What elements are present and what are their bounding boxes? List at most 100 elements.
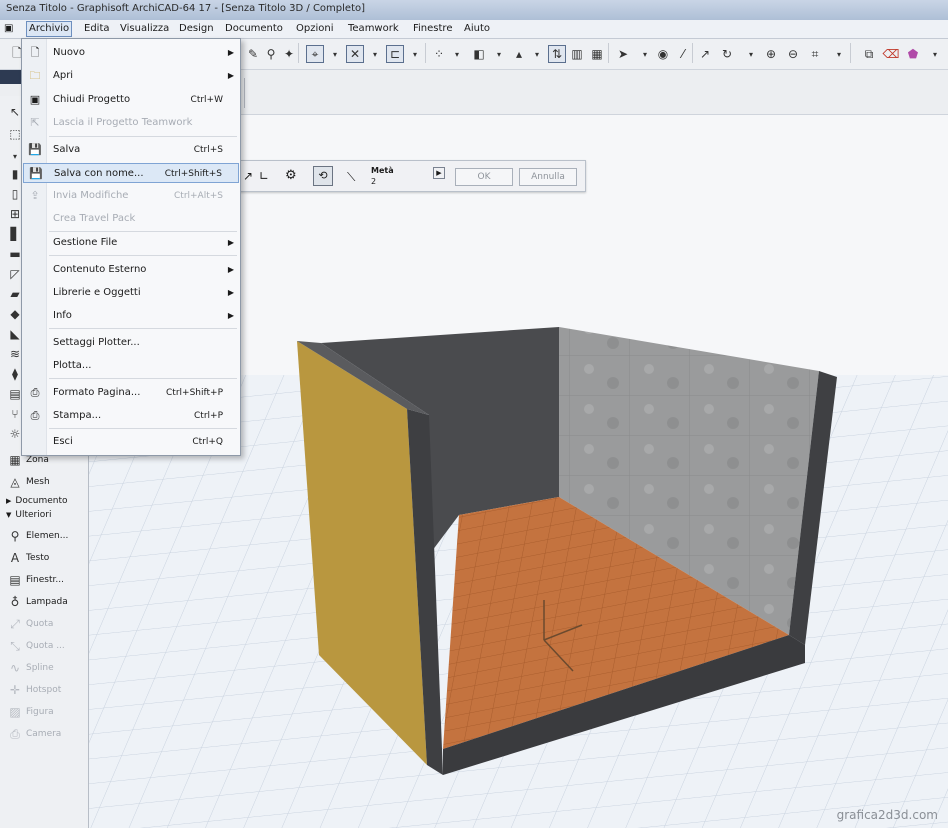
suspend-dropdown-icon[interactable]: ▾ (448, 45, 466, 63)
guide-line-icon[interactable]: ⟍ (347, 170, 355, 185)
paint-icon[interactable]: ⬟ (904, 45, 922, 63)
paint-dropdown-icon[interactable]: ▾ (926, 45, 944, 63)
zoom-in-icon[interactable]: ⊕ (762, 45, 780, 63)
palette-item-label: Testo (26, 553, 50, 563)
eyedropper-icon[interactable]: ⚲ (262, 45, 280, 63)
view-dropdown-icon[interactable]: ▾ (636, 45, 654, 63)
section-ulteriori[interactable]: ▼ Ulteriori (6, 510, 51, 520)
menu-opzioni[interactable]: Opzioni (294, 22, 335, 36)
fill-pattern-icon[interactable]: ◧ (470, 45, 488, 63)
submenu-arrow-icon: ▶ (227, 48, 234, 57)
menu-visualizza[interactable]: Visualizza (118, 22, 171, 36)
grid-snap-dropdown-icon[interactable]: ▾ (406, 45, 424, 63)
zoom-out-icon[interactable]: ⊖ (784, 45, 802, 63)
menu-item-gestione-file[interactable]: Gestione File ▶ (23, 233, 239, 253)
app-menu-icon[interactable]: ▣ (4, 23, 16, 35)
column-tool-icon: ▋ (10, 227, 20, 241)
curtain-wall-icon: ▤ (9, 387, 21, 401)
menu-item-info[interactable]: Info ▶ (23, 306, 239, 326)
palette-tab[interactable] (0, 70, 22, 84)
menu-item-nuovo[interactable]: 🗋 Nuovo ▶ (23, 43, 239, 63)
new-doc-icon: 🗋 (30, 46, 40, 59)
bucket-icon[interactable]: ◉ (654, 45, 672, 63)
layout-icon[interactable]: ⧉ (860, 45, 878, 63)
palette-item-hotspot: ✛ Hotspot (8, 680, 61, 700)
menu-separator (49, 428, 237, 429)
section-documento[interactable]: ▶ Documento (6, 496, 68, 506)
section-marker-icon[interactable]: ⇅ (548, 45, 566, 63)
menu-edita[interactable]: Edita (82, 22, 112, 36)
palette-item-label: Finestr... (26, 575, 64, 585)
menu-item-label: Invia Modifiche (53, 190, 129, 201)
stair-icon: ≋ (9, 347, 21, 361)
menu-teamwork[interactable]: Teamwork (346, 22, 401, 36)
zoom-dropdown-icon[interactable]: ▾ (830, 45, 848, 63)
menu-documento[interactable]: Documento (223, 22, 285, 36)
field-dropdown-icon[interactable]: ▶ (433, 167, 445, 179)
menu-item-salva-con-nome[interactable]: 💾 Salva con nome... Ctrl+Shift+S (23, 163, 239, 183)
node-edit-icon[interactable]: ⚙ (285, 168, 297, 183)
menu-item-shortcut: Ctrl+P (194, 411, 223, 421)
palette-item-lampada[interactable]: ♁ Lampada (8, 592, 68, 612)
palette-item-elemento[interactable]: ⚲ Elemen... (8, 526, 69, 546)
special-snap-icon[interactable]: ✕ (346, 45, 364, 63)
menu-item-settaggi-plotter[interactable]: Settaggi Plotter... (23, 333, 239, 353)
orbit-dropdown-icon[interactable]: ▾ (742, 45, 760, 63)
window-icon: ▤ (9, 573, 21, 587)
arrow-icon[interactable]: ↗ (696, 45, 714, 63)
level-dimension-icon: ⤡ (10, 638, 20, 653)
menu-archivio[interactable]: Archivio (26, 21, 73, 37)
palette-item-mesh[interactable]: ◬ Mesh (8, 472, 49, 492)
menu-item-stampa[interactable]: ⎙ Stampa... Ctrl+P (23, 406, 239, 426)
menu-item-label: Apri (53, 70, 74, 81)
palette-item-testo[interactable]: A Testo (8, 548, 49, 568)
submenu-arrow-icon: ▶ (227, 265, 234, 274)
menu-design[interactable]: Design (177, 22, 216, 36)
menu-item-formato-pagina[interactable]: ⎙ Formato Pagina... Ctrl+Shift+P (23, 383, 239, 403)
pen-dropdown-icon[interactable]: ▾ (528, 45, 546, 63)
teamwork-leave-icon: ⇱ (30, 116, 40, 129)
angle-icon[interactable]: ∟ (259, 169, 269, 183)
fit-window-icon[interactable]: ⌗ (806, 45, 824, 63)
collapse-arrow-icon: ▼ (6, 511, 12, 519)
menu-item-esci[interactable]: Esci Ctrl+Q (23, 432, 239, 452)
menu-item-label: Salva con nome... (54, 168, 144, 179)
view-cursor-icon[interactable]: ➤ (614, 45, 632, 63)
field-value[interactable]: 2 (371, 177, 376, 186)
column-icon[interactable]: ▥ (568, 45, 586, 63)
snap-guides-dropdown-icon[interactable]: ▾ (326, 45, 344, 63)
page-setup-icon: ⎙ (30, 386, 40, 399)
menu-item-chiudi-progetto[interactable]: ▣ Chiudi Progetto Ctrl+W (23, 90, 239, 110)
grid-snap-icon[interactable]: ⊏ (386, 45, 404, 63)
menu-item-librerie[interactable]: Librerie e Oggetti ▶ (23, 283, 239, 303)
magic-wand-icon[interactable]: ✦ (280, 45, 298, 63)
arc-icon[interactable]: ↗ (243, 169, 253, 183)
snap-guides-icon[interactable]: ⌖ (306, 45, 324, 63)
ok-button[interactable]: OK (455, 168, 513, 186)
eraser-icon[interactable]: ⌫ (882, 45, 900, 63)
archivio-menu: 🗋 Nuovo ▶ 🗀 Apri ▶ ▣ Chiudi Progetto Ctr… (21, 38, 241, 456)
menu-separator (49, 231, 237, 232)
special-snap-dropdown-icon[interactable]: ▾ (366, 45, 384, 63)
lamp-icon: ♁ (10, 595, 20, 609)
palette-item-finestra[interactable]: ▤ Finestr... (8, 570, 64, 590)
suspend-groups-icon[interactable]: ⁘ (430, 45, 448, 63)
menu-aiuto[interactable]: Aiuto (462, 22, 492, 36)
menu-item-shortcut: Ctrl+Q (192, 437, 223, 447)
menu-item-shortcut: Ctrl+Alt+S (174, 191, 223, 201)
rotate-method-icon[interactable]: ⟲ (313, 166, 333, 186)
menu-item-apri[interactable]: 🗀 Apri ▶ (23, 66, 239, 86)
fill-dropdown-icon[interactable]: ▾ (490, 45, 508, 63)
palette-item-quota-livello: ⤡ Quota ... (8, 636, 65, 656)
pen-weight-icon[interactable]: ▴ (510, 45, 528, 63)
menu-item-salva[interactable]: 💾 Salva Ctrl+S (23, 140, 239, 160)
orbit-icon[interactable]: ↻ (718, 45, 736, 63)
menu-item-contenuto-esterno[interactable]: Contenuto Esterno ▶ (23, 260, 239, 280)
menu-finestre[interactable]: Finestre (411, 22, 454, 36)
cancel-button[interactable]: Annulla (519, 168, 577, 186)
menu-item-label: Settaggi Plotter... (53, 337, 140, 348)
slash-icon[interactable]: ⁄ (674, 45, 692, 63)
drop-pencil-icon[interactable]: ✎ (244, 45, 262, 63)
hatch-icon[interactable]: ▦ (588, 45, 606, 63)
menu-item-plotta[interactable]: Plotta... (23, 356, 239, 376)
